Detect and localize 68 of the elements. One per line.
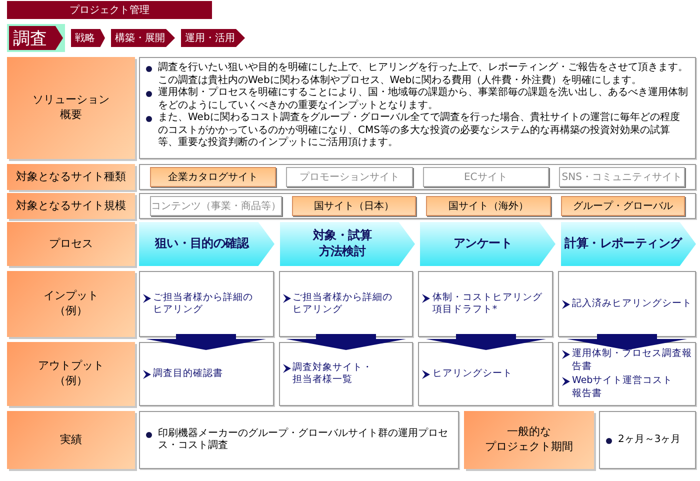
arrowhead-icon bbox=[562, 300, 570, 309]
header-bar: プロジェクト管理 bbox=[7, 1, 212, 19]
row-label: 対象となるサイト規模 bbox=[16, 198, 126, 214]
item-text: 担当者様一覧 bbox=[292, 374, 354, 386]
item-text: ご担当者様から詳細の bbox=[153, 292, 253, 304]
bullet-text: 2ヶ月～3ヶ月 bbox=[618, 434, 681, 446]
item-text: 告書 bbox=[572, 360, 593, 373]
item-text: 体制・コストヒアリング bbox=[432, 292, 542, 304]
down-arrow-icon bbox=[286, 334, 406, 350]
bullet-text: また、Webに関わるコスト調査をグループ・グローバル全てで調査を行った場合、貴社サイトの運営に毎年どの程度のコストがかかっているのかが明確になり、CMS等の多大な投資の必要なシステム的な再構築の投資対効果の試算等、重要な投資判断のインプットにご活用頂けます。 bbox=[158, 112, 681, 150]
process-step: 方法検討 bbox=[318, 244, 366, 260]
row-label: （例） bbox=[54, 374, 88, 389]
row-label: ソリューション bbox=[32, 93, 110, 108]
arrowhead-icon bbox=[143, 370, 151, 379]
item-text: 運用体制・プロセス調査報 bbox=[572, 348, 692, 360]
process-step: 狙い・目的の確認 bbox=[154, 236, 249, 252]
bullet-icon bbox=[146, 432, 152, 438]
option-tag: 国サイト（日本） bbox=[292, 196, 416, 216]
down-arrow-icon bbox=[567, 334, 687, 350]
bullet-icon bbox=[606, 438, 612, 444]
item-text: 調査目的確認書 bbox=[153, 368, 223, 380]
phase-tab[interactable]: 運用・活用 bbox=[181, 29, 245, 47]
arrowhead-icon bbox=[562, 377, 570, 386]
phase-tab[interactable]: 戦略 bbox=[71, 29, 105, 47]
process-step: 計算・レポーティング bbox=[564, 236, 682, 252]
option-tag: 国サイト（海外） bbox=[426, 196, 551, 216]
row-label: プロセス bbox=[49, 236, 93, 252]
phase-tab[interactable]: 構築・展開 bbox=[111, 29, 175, 47]
row-label: アウトプット bbox=[38, 359, 104, 374]
item-text: ヒアリングシート bbox=[432, 368, 512, 380]
option-tag: プロモーションサイト bbox=[286, 167, 412, 187]
row-label: （例） bbox=[54, 304, 88, 319]
arrowhead-icon bbox=[422, 294, 430, 302]
item-text: 調査対象サイト・ bbox=[292, 362, 373, 374]
process-step: 対象・試算 bbox=[312, 228, 372, 244]
arrowhead-icon bbox=[422, 370, 430, 379]
row-label: プロジェクト期間 bbox=[485, 440, 573, 455]
item-text: 記入済みヒアリングシート bbox=[572, 298, 692, 310]
item-text: 報告書 bbox=[572, 388, 603, 400]
item-text: ヒアリング bbox=[292, 304, 344, 316]
arrowhead-icon bbox=[282, 364, 291, 372]
bullet-icon bbox=[146, 66, 152, 72]
arrowhead-icon bbox=[143, 294, 151, 302]
bullet-text: 運用体制・プロセスを明確にすることにより、国・地域毎の課題から、事業部毎の課題を洗い出し、あるべき運用体制をどのようにしていくべきかの重要なインプットとなります。 bbox=[158, 87, 689, 112]
option-tag: 企業カタログサイト bbox=[150, 167, 276, 187]
process-step: アンケート bbox=[453, 236, 512, 252]
row-label: 実績 bbox=[60, 432, 82, 448]
option-tag: グループ・グローバル bbox=[560, 196, 685, 216]
item-text: Webサイト運営コスト bbox=[572, 375, 673, 388]
row-label: 対象となるサイト種類 bbox=[16, 170, 126, 184]
bullet-icon bbox=[146, 91, 152, 97]
bullet-text: 印刷機器メーカーのグループ・グローバルサイト群の運用プロセス・コスト調査 bbox=[158, 428, 449, 452]
down-arrow-icon bbox=[426, 334, 546, 350]
option-tag: コンテンツ（事業・商品等） bbox=[150, 196, 282, 216]
arrowhead-icon bbox=[562, 350, 570, 359]
option-tag: ECサイト bbox=[422, 167, 549, 187]
option-tag: SNS・コミュニティサイト bbox=[558, 167, 685, 187]
item-text: ヒアリング bbox=[153, 304, 204, 316]
row-label: インプット bbox=[44, 289, 98, 304]
item-text: ご担当者様から詳細の bbox=[292, 292, 393, 304]
phase-tab[interactable]: 調査 bbox=[7, 24, 65, 52]
bullet-text: 調査を行いたい狙いや目的を明確にした上で、ヒアリングを行った上で、レポーティング・ご報告をさせて頂きます。この調査は貴社内のWebに関わる体制やプロセス、Webに関わる費用（人件費・外注費）を明確にします。 bbox=[158, 62, 689, 86]
arrowhead-icon bbox=[282, 294, 291, 302]
row-label: 概要 bbox=[60, 108, 82, 123]
down-arrow-icon bbox=[146, 334, 266, 350]
row-label: 一般的な bbox=[507, 425, 551, 440]
bullet-icon bbox=[146, 116, 152, 122]
item-text: 項目ドラフト* bbox=[432, 304, 498, 316]
